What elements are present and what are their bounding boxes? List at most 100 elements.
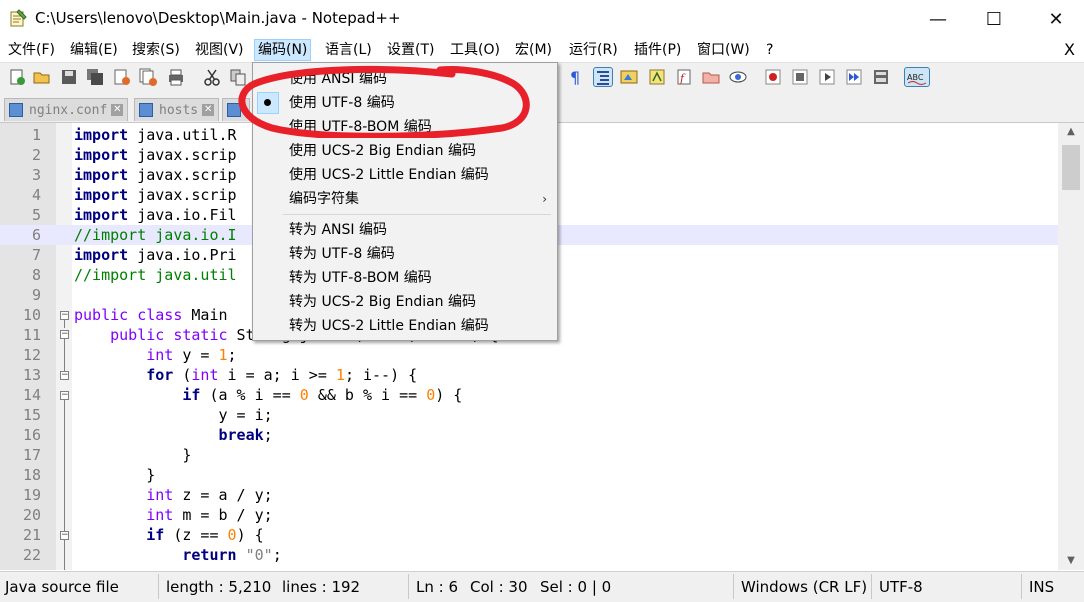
menu-window[interactable]: 窗口(W)	[694, 40, 753, 60]
vertical-scrollbar[interactable]: ▲ ▼	[1058, 123, 1084, 570]
new-file-icon[interactable]	[8, 68, 26, 86]
tab-main-java[interactable]	[222, 98, 250, 121]
menu-use-ucs2-le[interactable]: 使用 UCS-2 Little Endian 编码	[253, 163, 557, 187]
code-line[interactable]: 17 }	[0, 445, 1058, 465]
code-line[interactable]: 22 return "0";	[0, 545, 1058, 565]
menu-convert-ansi[interactable]: 转为 ANSI 编码	[253, 218, 557, 242]
code-text[interactable]: int y = 1;	[74, 345, 236, 365]
menu-language[interactable]: 语言(L)	[322, 40, 375, 60]
stop-macro-icon[interactable]	[791, 68, 809, 86]
code-line[interactable]: 15 y = i;	[0, 405, 1058, 425]
menu-convert-ucs2-be[interactable]: 转为 UCS-2 Big Endian 编码	[253, 290, 557, 314]
menu-convert-utf8[interactable]: 转为 UTF-8 编码	[253, 242, 557, 266]
tab-close-icon[interactable]: ✕	[202, 104, 215, 116]
code-line[interactable]: 18 }	[0, 465, 1058, 485]
code-text[interactable]: import java.util.R	[74, 125, 237, 145]
function-list-icon[interactable]: f	[675, 68, 693, 86]
menu-help[interactable]: ?	[763, 40, 776, 60]
menu-use-ucs2-be[interactable]: 使用 UCS-2 Big Endian 编码	[253, 139, 557, 163]
code-text[interactable]: public class Main	[74, 305, 228, 325]
code-text[interactable]: import javax.scrip	[74, 145, 237, 165]
code-text[interactable]: int z = a / y;	[74, 485, 272, 505]
line-number: 9	[31, 286, 41, 304]
code-text[interactable]: for (int i = a; i >= 1; i--) {	[74, 365, 417, 385]
monitor-icon[interactable]	[729, 68, 747, 86]
play-macro-icon[interactable]	[818, 68, 836, 86]
copy-icon[interactable]	[229, 68, 247, 86]
code-line[interactable]: 14 if (a % i == 0 && b % i == 0) {	[0, 385, 1058, 405]
scroll-up-icon[interactable]: ▲	[1058, 123, 1084, 141]
menu-edit[interactable]: 编辑(E)	[67, 40, 121, 60]
save-all-icon[interactable]	[86, 68, 104, 86]
menu-view[interactable]: 视图(V)	[192, 40, 247, 60]
scroll-thumb[interactable]	[1062, 145, 1080, 190]
minimize-button[interactable]: —	[910, 0, 966, 38]
code-text[interactable]: import java.io.Pri	[74, 245, 237, 265]
code-text[interactable]: //import java.io.I	[74, 225, 237, 245]
folder-workspace-icon[interactable]	[702, 68, 720, 86]
menu-search[interactable]: 搜索(S)	[129, 40, 183, 60]
close-all-icon[interactable]	[139, 68, 157, 86]
print-icon[interactable]	[167, 68, 185, 86]
code-text[interactable]: return "0";	[74, 545, 281, 565]
fold-toggle-icon[interactable]: −	[60, 330, 69, 339]
code-text[interactable]: import javax.scrip	[74, 165, 237, 185]
show-all-chars-icon[interactable]: ¶	[566, 68, 584, 86]
code-line[interactable]: 20 int m = b / y;	[0, 505, 1058, 525]
code-text[interactable]: //import java.util	[74, 265, 237, 285]
cut-icon[interactable]	[203, 68, 221, 86]
fold-toggle-icon[interactable]: −	[60, 311, 69, 320]
menu-convert-ucs2-le[interactable]: 转为 UCS-2 Little Endian 编码	[253, 314, 557, 338]
open-file-icon[interactable]	[33, 68, 51, 86]
save-macro-icon[interactable]	[872, 68, 890, 86]
doc-map-icon[interactable]	[648, 68, 666, 86]
code-text[interactable]: }	[74, 465, 155, 485]
menu-charset[interactable]: 编码字符集 ›	[253, 187, 557, 211]
menu-use-utf8-bom[interactable]: 使用 UTF-8-BOM 编码	[253, 115, 557, 139]
fold-toggle-icon[interactable]: −	[60, 391, 69, 400]
code-text[interactable]: if (a % i == 0 && b % i == 0) {	[74, 385, 462, 405]
indent-guide-icon[interactable]	[593, 67, 613, 87]
tab-hosts[interactable]: hosts ✕	[134, 98, 220, 121]
menu-use-ansi[interactable]: 使用 ANSI 编码	[253, 67, 557, 91]
menu-convert-utf8-bom[interactable]: 转为 UTF-8-BOM 编码	[253, 266, 557, 290]
menu-plugins[interactable]: 插件(P)	[631, 40, 684, 60]
menu-settings[interactable]: 设置(T)	[384, 40, 437, 60]
code-line[interactable]: 12 int y = 1;	[0, 345, 1058, 365]
close-file-icon[interactable]	[113, 68, 131, 86]
menu-encoding[interactable]: 编码(N)	[254, 39, 312, 61]
tab-close-icon[interactable]: ✕	[111, 104, 124, 116]
code-text[interactable]: }	[74, 445, 191, 465]
menu-use-utf8[interactable]: 使用 UTF-8 编码	[253, 91, 557, 115]
code-text[interactable]: break;	[74, 425, 273, 445]
save-icon[interactable]	[60, 68, 78, 86]
menu-file[interactable]: 文件(F)	[5, 40, 58, 60]
code-text[interactable]: y = i;	[74, 405, 272, 425]
fold-toggle-icon[interactable]: −	[60, 371, 69, 380]
code-line[interactable]: 13 for (int i = a; i >= 1; i--) {	[0, 365, 1058, 385]
maximize-button[interactable]: ☐	[966, 0, 1022, 38]
record-macro-icon[interactable]	[764, 68, 782, 86]
code-line[interactable]: 21 if (z == 0) {	[0, 525, 1058, 545]
code-line[interactable]: 16 break;	[0, 425, 1058, 445]
close-button[interactable]: ✕	[1028, 0, 1084, 38]
menu-item-label: 使用 UCS-2 Big Endian 编码	[289, 143, 476, 159]
menu-macro[interactable]: 宏(M)	[512, 40, 555, 60]
code-text[interactable]: if (z == 0) {	[74, 525, 263, 545]
run-macro-multiple-icon[interactable]	[845, 68, 863, 86]
code-text[interactable]: int m = b / y;	[74, 505, 272, 525]
spellcheck-icon[interactable]: ABC	[904, 67, 930, 87]
menu-item-label: 使用 UTF-8 编码	[289, 95, 395, 111]
udl-icon[interactable]	[620, 68, 638, 86]
status-divider	[871, 574, 872, 599]
line-number: 22	[22, 546, 41, 564]
tab-nginx-conf[interactable]: nginx.conf ✕	[4, 98, 129, 121]
code-line[interactable]: 19 int z = a / y;	[0, 485, 1058, 505]
code-text[interactable]: import javax.scrip	[74, 185, 237, 205]
close-document-button[interactable]: X	[1064, 40, 1075, 59]
code-text[interactable]: import java.io.Fil	[74, 205, 237, 225]
fold-toggle-icon[interactable]: −	[60, 531, 69, 540]
menu-tools[interactable]: 工具(O)	[447, 40, 503, 60]
menu-run[interactable]: 运行(R)	[566, 40, 621, 60]
scroll-down-icon[interactable]: ▼	[1058, 552, 1084, 570]
